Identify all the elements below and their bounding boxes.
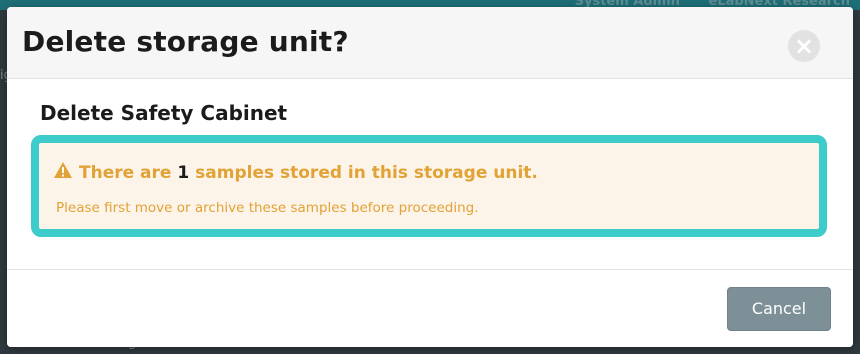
cancel-button[interactable]: Cancel bbox=[727, 287, 831, 331]
delete-storage-unit-dialog: Delete storage unit? × Delete Safety Cab… bbox=[7, 7, 853, 347]
close-button[interactable]: × bbox=[788, 30, 820, 62]
warning-triangle-icon bbox=[53, 161, 73, 184]
dialog-header: Delete storage unit? × bbox=[7, 7, 853, 79]
alert-message: Please first move or archive these sampl… bbox=[56, 200, 479, 216]
alert-heading: There are 1 samples stored in this stora… bbox=[53, 161, 538, 184]
alert-heading-suffix: samples stored in this storage unit. bbox=[195, 163, 538, 183]
dialog-title: Delete storage unit? bbox=[22, 25, 349, 58]
close-icon: × bbox=[793, 32, 815, 60]
warning-alert: There are 1 samples stored in this stora… bbox=[31, 135, 827, 237]
dialog-body: Delete Safety Cabinet There are 1 sample… bbox=[7, 79, 853, 269]
dialog-subtitle: Delete Safety Cabinet bbox=[40, 101, 288, 125]
alert-heading-prefix: There are bbox=[79, 163, 172, 183]
sample-count: 1 bbox=[177, 163, 190, 183]
dialog-footer: Cancel bbox=[7, 269, 853, 347]
